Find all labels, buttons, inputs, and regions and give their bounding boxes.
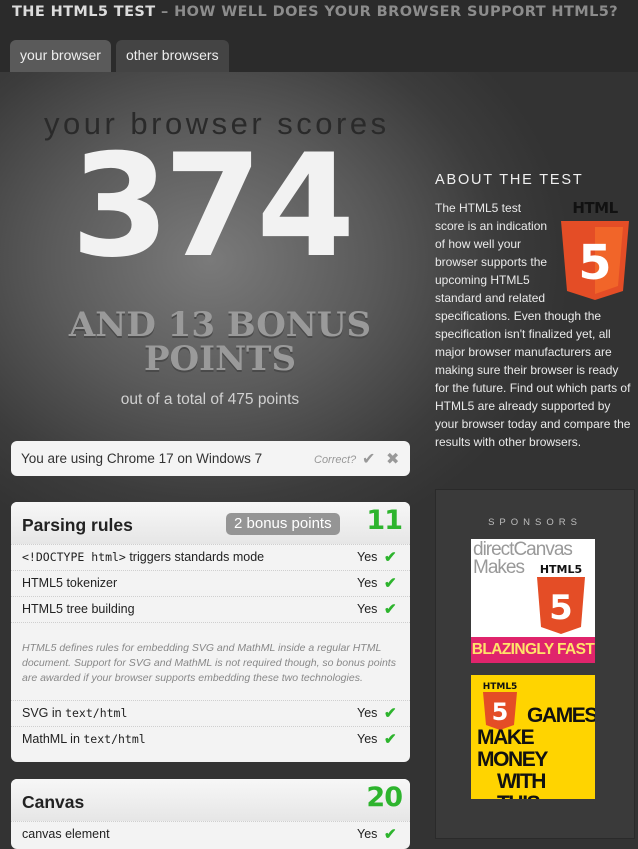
html5-logo-icon: HTML 5 [559, 199, 631, 301]
section-parsing-rules: Parsing rules 2 bonus points 11 <!DOCTYP… [11, 502, 410, 762]
top-bar: THE HTML5 TEST – HOW WELL DOES YOUR BROW… [0, 0, 638, 72]
about-text: HTML 5 The HTML5 test score is an indica… [435, 199, 631, 449]
tab-your-browser[interactable]: your browser [10, 40, 111, 72]
browser-detection-box: You are using Chrome 17 on Windows 7 Cor… [11, 441, 410, 476]
sponsor-ad-directcanvas[interactable]: directCanvas Makes HTML5 5 BLAZINGLY FAS… [471, 539, 595, 663]
section-score: 20 [366, 782, 403, 813]
row-label: <!DOCTYPE html> triggers standards mode [22, 550, 265, 564]
tab-other-browsers[interactable]: other browsers [116, 40, 229, 72]
ad-text: GAMES MAKE MONEY WITH THIS. [477, 704, 595, 800]
row-label: HTML5 tokenizer [22, 576, 118, 590]
row-result: Yes [357, 550, 378, 564]
row-result: Yes [357, 706, 378, 720]
bonus-points: AND 13 BONUS POINTS [50, 308, 390, 376]
reject-x-icon[interactable]: ✖ [386, 449, 399, 469]
svg-text:HTML5: HTML5 [540, 563, 582, 576]
row-result: Yes [357, 602, 378, 616]
section-score: 11 [366, 505, 403, 536]
svg-text:HTML5: HTML5 [483, 682, 518, 692]
svg-text:5: 5 [578, 235, 611, 291]
correct-label: Correct? [314, 454, 357, 466]
site-subtitle: – HOW WELL DOES YOUR BROWSER SUPPORT HTM… [161, 4, 619, 20]
table-row: <!DOCTYPE html> triggers standards mode … [11, 544, 410, 570]
sponsors-title: SPONSORS [488, 517, 582, 528]
table-row: HTML5 tree building Yes ✔ [11, 596, 410, 622]
total-points-text: out of a total of 475 points [120, 391, 300, 408]
section-header[interactable]: Canvas 20 [11, 779, 410, 821]
total-score: 374 [70, 124, 355, 289]
row-result: Yes [357, 732, 378, 746]
check-icon: ✔ [384, 601, 397, 618]
table-row: canvas element Yes ✔ [11, 821, 410, 847]
about-title: ABOUT THE TEST [435, 172, 584, 188]
svg-text:5: 5 [549, 588, 573, 628]
site-title[interactable]: THE HTML5 TEST – HOW WELL DOES YOUR BROW… [12, 4, 618, 20]
table-row: HTML5 tokenizer Yes ✔ [11, 570, 410, 596]
browser-detection-text: You are using Chrome 17 on Windows 7 [21, 451, 263, 466]
bonus-line-1: AND 13 BONUS [68, 305, 372, 345]
table-row: MathML in text/html Yes ✔ [11, 726, 410, 752]
section-title: Canvas [22, 792, 85, 812]
sponsor-ad-games[interactable]: HTML5 5 GAMES MAKE MONEY WITH THIS. [471, 675, 595, 799]
html5-logo-text: HTML [572, 199, 618, 217]
table-row: SVG in text/html Yes ✔ [11, 700, 410, 726]
row-result: Yes [357, 576, 378, 590]
row-label: MathML in text/html [22, 732, 146, 746]
row-label: canvas element [22, 827, 110, 841]
check-icon: ✔ [384, 826, 397, 843]
sponsors-panel: SPONSORS directCanvas Makes HTML5 5 BLAZ… [435, 489, 635, 839]
check-icon: ✔ [384, 705, 397, 722]
bonus-badge: 2 bonus points [226, 513, 340, 535]
section-note: HTML5 defines rules for embedding SVG an… [11, 622, 410, 700]
row-label: HTML5 tree building [22, 602, 135, 616]
section-canvas: Canvas 20 canvas element Yes ✔ [11, 779, 410, 849]
check-icon: ✔ [384, 731, 397, 748]
row-label: SVG in text/html [22, 706, 128, 720]
confirm-check-icon[interactable]: ✔ [362, 449, 375, 469]
ad-tagline: BLAZINGLY FAST [471, 637, 595, 663]
check-icon: ✔ [384, 575, 397, 592]
section-title: Parsing rules [22, 515, 133, 535]
row-result: Yes [357, 827, 378, 841]
html5-badge-icon: HTML5 5 [531, 561, 591, 637]
section-header[interactable]: Parsing rules 2 bonus points 11 [11, 502, 410, 544]
bonus-line-2: POINTS [143, 339, 297, 379]
check-icon: ✔ [384, 549, 397, 566]
